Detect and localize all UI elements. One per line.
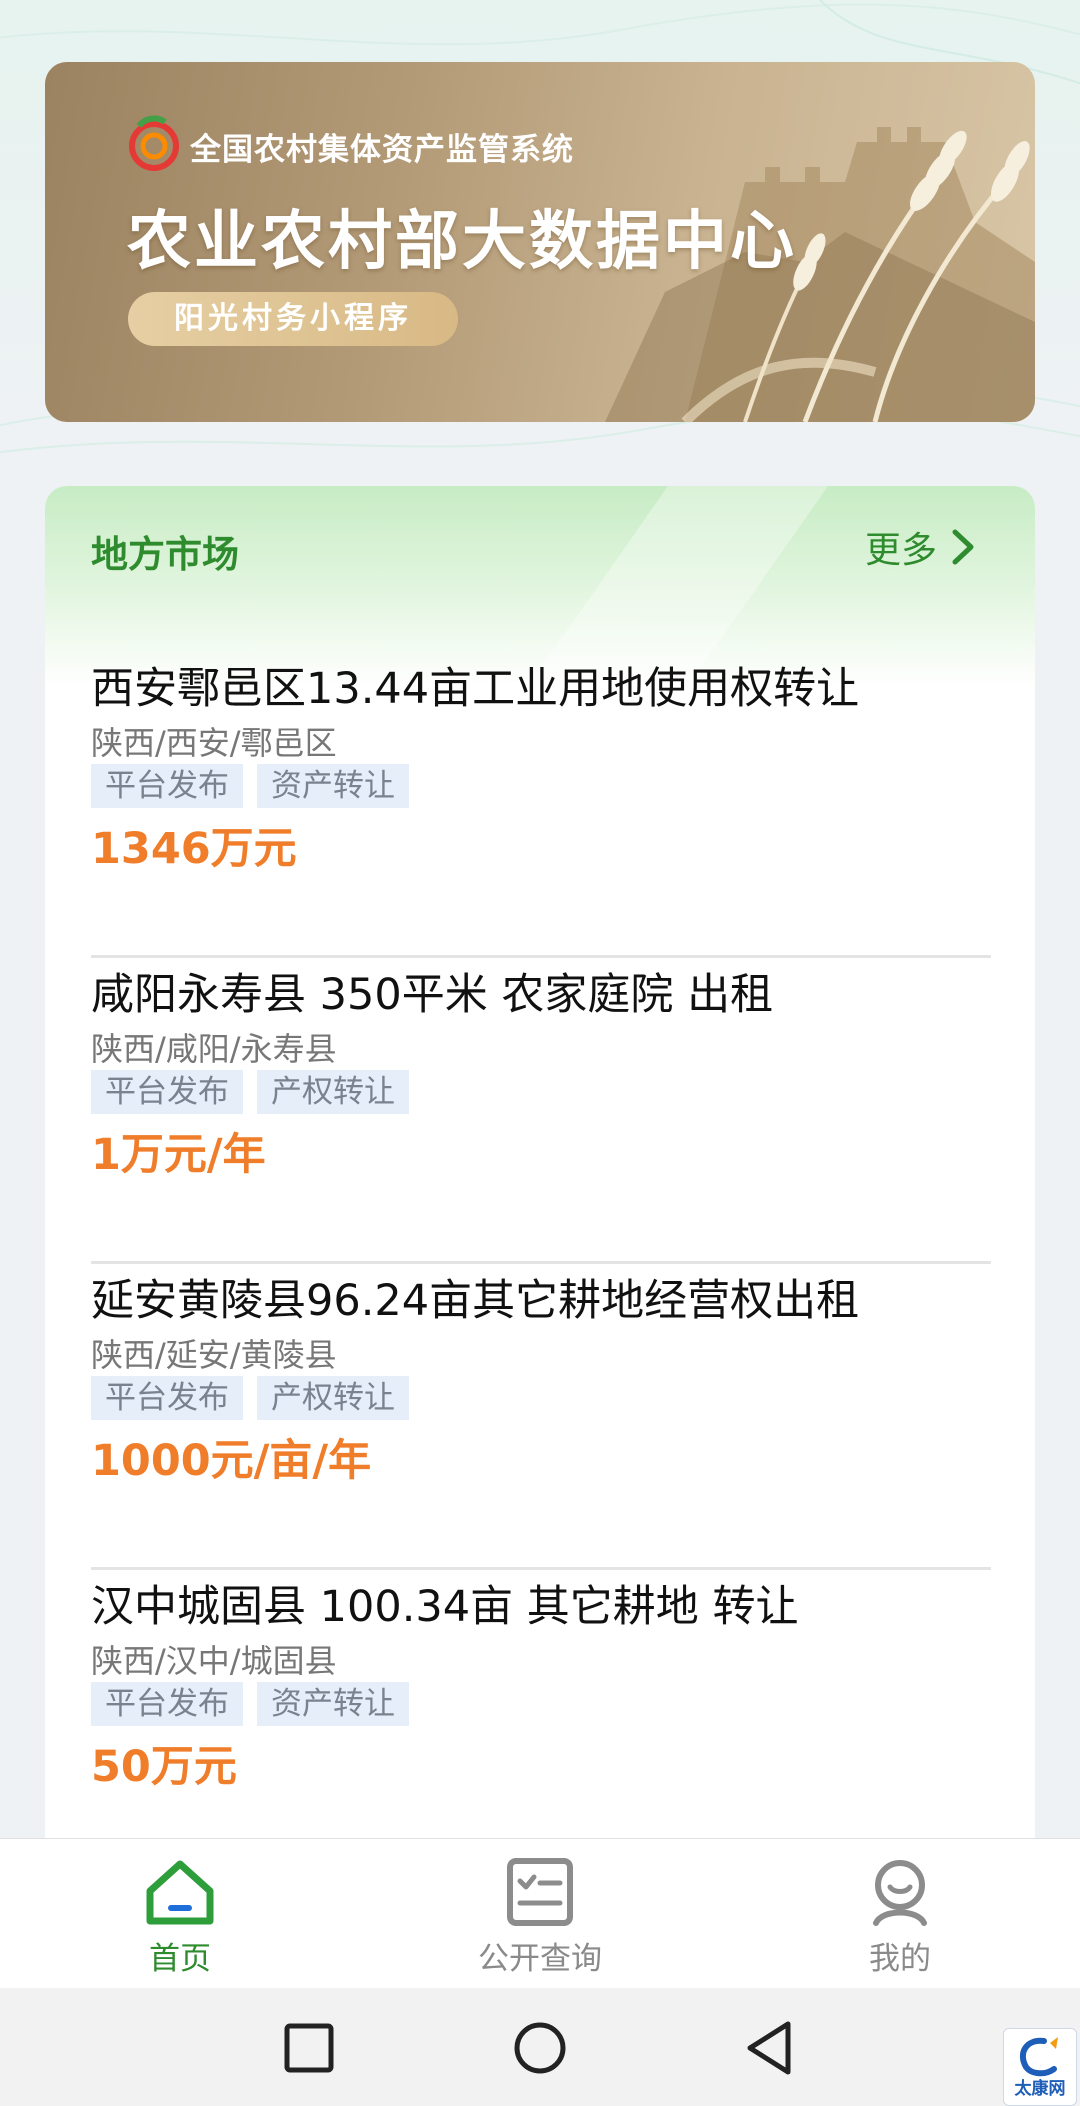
bottom-tab-bar: 首页 公开查询 我的	[0, 1838, 1080, 1989]
listing-location: 陕西/咸阳/永寿县	[91, 1030, 337, 1068]
more-label: 更多	[865, 530, 938, 571]
tag: 资产转让	[257, 764, 409, 808]
local-market-card: 地方市场 更多 西安鄠邑区13.44亩工业用地使用权转让 陕西/西安/鄠邑区 平…	[45, 486, 1035, 1886]
tag-group: 平台发布 产权转让	[91, 1070, 423, 1114]
logo-icon	[129, 115, 179, 171]
chevron-right-icon	[952, 529, 974, 565]
listing-title: 西安鄠邑区13.44亩工业用地使用权转让	[91, 664, 860, 714]
tab-home[interactable]: 首页	[80, 1857, 280, 1977]
listing-price: 50万元	[91, 1742, 237, 1792]
banner-title: 农业农村部大数据中心	[127, 205, 797, 279]
listing-price: 1万元/年	[91, 1130, 266, 1180]
banner-subtitle: 全国农村集体资产监管系统	[190, 132, 574, 168]
promo-banner[interactable]: 全国农村集体资产监管系统 农业农村部大数据中心 阳光村务小程序	[45, 62, 1035, 422]
system-navigation-bar	[0, 1988, 1080, 2106]
profile-icon	[873, 1860, 927, 1926]
app-screen: 全国农村集体资产监管系统 农业农村部大数据中心 阳光村务小程序 地方市场 更多 …	[0, 0, 1080, 2106]
section-title: 地方市场	[91, 533, 239, 576]
tag-group: 平台发布 资产转让	[91, 764, 423, 808]
tag: 产权转让	[257, 1070, 409, 1114]
tag: 平台发布	[91, 1682, 243, 1726]
tag: 平台发布	[91, 1376, 243, 1420]
listing-price: 1346万元	[91, 824, 297, 874]
divider	[91, 1261, 991, 1264]
watermark-badge: 太康网	[1003, 2028, 1077, 2106]
tag-group: 平台发布 资产转让	[91, 1682, 423, 1726]
listing-title: 延安黄陵县96.24亩其它耕地经营权出租	[91, 1276, 860, 1326]
list-item[interactable]: 西安鄠邑区13.44亩工业用地使用权转让 陕西/西安/鄠邑区 平台发布 资产转让…	[91, 654, 991, 960]
tag: 平台发布	[91, 1070, 243, 1114]
tab-label: 首页	[149, 1941, 211, 1977]
list-item[interactable]: 延安黄陵县96.24亩其它耕地经营权出租 陕西/延安/黄陵县 平台发布 产权转让…	[91, 1266, 991, 1572]
back-triangle-icon[interactable]	[740, 2018, 800, 2078]
tag-group: 平台发布 产权转让	[91, 1376, 423, 1420]
divider	[91, 1567, 991, 1570]
tab-label: 我的	[869, 1941, 931, 1977]
tag: 资产转让	[257, 1682, 409, 1726]
listing-location: 陕西/汉中/城固县	[91, 1642, 337, 1680]
listing-title: 咸阳永寿县 350平米 农家庭院 出租	[91, 970, 774, 1020]
tab-label: 公开查询	[478, 1941, 602, 1977]
tab-public-query[interactable]: 公开查询	[440, 1857, 640, 1977]
more-link[interactable]: 更多	[865, 522, 975, 572]
list-item[interactable]: 汉中城固县 100.34亩 其它耕地 转让 陕西/汉中/城固县 平台发布 资产转…	[91, 1572, 991, 1878]
listing-location: 陕西/西安/鄠邑区	[91, 724, 337, 762]
home-icon	[146, 1860, 214, 1925]
checklist-icon	[507, 1858, 573, 1926]
listing-location: 陕西/延安/黄陵县	[91, 1336, 337, 1374]
listing-price: 1000元/亩/年	[91, 1436, 372, 1486]
divider	[91, 955, 991, 958]
tab-mine[interactable]: 我的	[800, 1857, 1000, 1977]
watermark-text: 太康网	[1014, 2079, 1066, 2099]
listing-title: 汉中城固县 100.34亩 其它耕地 转让	[91, 1582, 799, 1632]
tag: 平台发布	[91, 764, 243, 808]
recents-square-icon[interactable]	[279, 2018, 339, 2078]
banner-pill: 阳光村务小程序	[128, 292, 458, 346]
home-circle-icon[interactable]	[510, 2018, 570, 2078]
tag: 产权转让	[257, 1376, 409, 1420]
list-item[interactable]: 咸阳永寿县 350平米 农家庭院 出租 陕西/咸阳/永寿县 平台发布 产权转让 …	[91, 960, 991, 1266]
